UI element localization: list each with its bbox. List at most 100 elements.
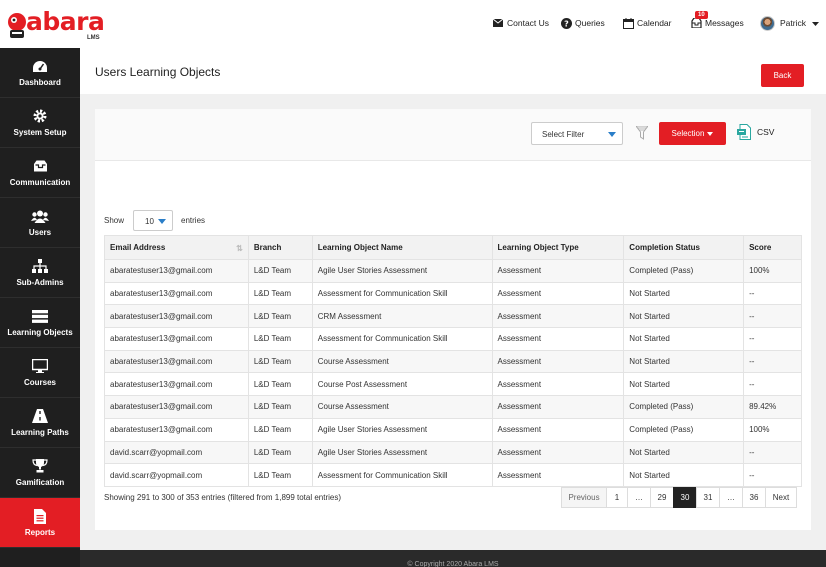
user-menu[interactable]: Patrick — [760, 13, 819, 33]
cell-branch: L&D Team — [247, 440, 313, 465]
pagination-current-page[interactable]: 30 — [673, 487, 697, 508]
cell-completion: Not Started — [623, 327, 745, 351]
inbox-icon: 10 — [690, 11, 708, 29]
cell-lo-name: Course Assessment — [311, 349, 493, 374]
column-header-completion[interactable]: Completion Status — [623, 235, 745, 260]
caret-down-icon — [608, 132, 616, 137]
back-button[interactable]: Back — [761, 64, 804, 87]
cell-email: abaratestuser13@gmail.com — [104, 349, 249, 374]
sidebar-item-users[interactable]: Users — [0, 198, 80, 248]
sidebar-item-gamification[interactable]: Gamification — [0, 448, 80, 498]
column-header-branch[interactable]: Branch — [247, 235, 313, 260]
sidebar-item-courses[interactable]: Courses — [0, 348, 80, 398]
content-card: Select Filter Selection CSV Show 10 entr… — [95, 109, 811, 530]
pagination-page[interactable]: 1 — [606, 487, 628, 508]
selection-button[interactable]: Selection — [659, 122, 726, 145]
csv-export-button[interactable]: CSV — [737, 124, 774, 140]
sidebar-item-system-setup[interactable]: System Setup — [0, 98, 80, 148]
user-name: Patrick — [780, 18, 806, 28]
cell-branch: L&D Team — [247, 372, 313, 397]
caret-down-icon — [811, 18, 819, 28]
sidebar-item-label: Sub-Admins — [16, 278, 64, 287]
cell-completion: Not Started — [623, 304, 745, 329]
sidebar-item-reports[interactable]: Reports — [0, 498, 80, 548]
messages-link[interactable]: 10 Messages — [690, 11, 744, 33]
queries-link[interactable]: ? Queries — [560, 13, 605, 33]
calendar-link[interactable]: Calendar — [622, 13, 672, 33]
pagination-page[interactable]: 29 — [650, 487, 674, 508]
pagination-ellipsis: … — [719, 487, 743, 508]
column-header-score[interactable]: Score — [743, 235, 802, 260]
sort-icon: ⇅ — [236, 244, 243, 253]
users-icon — [31, 208, 49, 224]
column-header-email[interactable]: Email Address ⇅ — [104, 235, 249, 260]
cell-branch: L&D Team — [247, 349, 313, 374]
cell-email: abaratestuser13@gmail.com — [104, 417, 249, 442]
cell-completion: Not Started — [623, 463, 745, 487]
pagination-previous[interactable]: Previous — [561, 487, 607, 508]
table-body: abaratestuser13@gmail.com L&D Team Agile U… — [104, 259, 802, 487]
contact-us-link[interactable]: Contact Us — [492, 13, 549, 33]
cell-branch: L&D Team — [247, 259, 313, 283]
cell-score: -- — [743, 304, 802, 329]
column-label: Branch — [253, 243, 282, 252]
avatar — [760, 15, 775, 31]
column-header-lo-type[interactable]: Learning Object Type — [491, 235, 625, 260]
sidebar-item-label: Reports — [24, 528, 56, 537]
cell-email: abaratestuser13@gmail.com — [104, 281, 249, 306]
funnel-icon[interactable] — [636, 126, 648, 140]
cell-lo-name: Course Assessment — [311, 395, 493, 419]
table-row: abaratestuser13@gmail.com L&D Team Assessm… — [104, 281, 802, 306]
sidebar-item-dashboard[interactable]: Dashboard — [0, 48, 80, 98]
sidebar-item-label: Dashboard — [19, 78, 61, 87]
sidebar-item-sub-admins[interactable]: Sub-Admins — [0, 248, 80, 298]
cell-lo-type: Assessment — [491, 304, 625, 329]
calendar-label: Calendar — [637, 18, 672, 28]
cell-branch: L&D Team — [247, 395, 313, 419]
cell-lo-type: Assessment — [491, 440, 625, 465]
cell-completion: Completed (Pass) — [623, 395, 745, 419]
cell-email: abaratestuser13@gmail.com — [104, 372, 249, 397]
cell-lo-name: CRM Assessment — [311, 304, 493, 329]
pagination-page[interactable]: 31 — [696, 487, 720, 508]
sidebar-item-learning-paths[interactable]: Learning Paths — [0, 398, 80, 448]
column-label: Email Address — [110, 243, 166, 252]
select-filter-dropdown[interactable]: Select Filter — [531, 122, 623, 145]
table-row: abaratestuser13@gmail.com L&D Team CRM Ass… — [104, 304, 802, 329]
cell-branch: L&D Team — [247, 463, 313, 487]
sidebar-item-learning-objects[interactable]: Learning Objects — [0, 298, 80, 348]
stack-icon — [31, 308, 49, 324]
pagination-page[interactable]: 36 — [742, 487, 766, 508]
cell-score[interactable]: 100% — [743, 259, 802, 283]
table-row: david.scarr@yopmail.com L&D Team Assessmen… — [104, 463, 802, 487]
cell-score[interactable]: 89.42% — [743, 395, 802, 419]
sidebar-item-communication[interactable]: Communication — [0, 148, 80, 198]
cell-score: -- — [743, 440, 802, 465]
sidebar-item-label: Gamification — [15, 478, 65, 487]
footer: © Copyright 2020 Abara LMS — [80, 550, 826, 567]
messages-badge: 10 — [695, 11, 708, 19]
column-header-lo-name[interactable]: Learning Object Name — [311, 235, 493, 260]
column-label: Completion Status — [629, 243, 700, 252]
cell-branch: L&D Team — [247, 304, 313, 329]
cell-lo-type: Assessment — [491, 281, 625, 306]
cell-completion: Completed (Pass) — [623, 259, 745, 283]
pagination-next[interactable]: Next — [765, 487, 797, 508]
queries-label: Queries — [575, 18, 605, 28]
road-icon — [31, 408, 49, 424]
cell-email: david.scarr@yopmail.com — [104, 463, 249, 487]
page-header: Users Learning Objects Back — [80, 48, 826, 94]
sidebar-item-label: Learning Objects — [7, 328, 73, 337]
cell-score[interactable]: 100% — [743, 417, 802, 442]
calendar-icon — [622, 17, 634, 29]
cell-lo-name: Course Post Assessment — [311, 372, 493, 397]
page-title: Users Learning Objects — [95, 65, 221, 79]
question-icon: ? — [560, 17, 572, 29]
page-length-select[interactable]: 10 — [133, 210, 174, 231]
sidebar-item-label: Learning Paths — [11, 428, 69, 437]
csv-file-icon — [737, 124, 751, 140]
sidebar-item-label: System Setup — [13, 128, 67, 137]
pagination: Previous 1 … 29 30 31 … 36 Next — [561, 487, 797, 508]
brand-sub: LMS — [87, 35, 100, 41]
brand-logo[interactable]: abara LMS — [4, 5, 105, 43]
